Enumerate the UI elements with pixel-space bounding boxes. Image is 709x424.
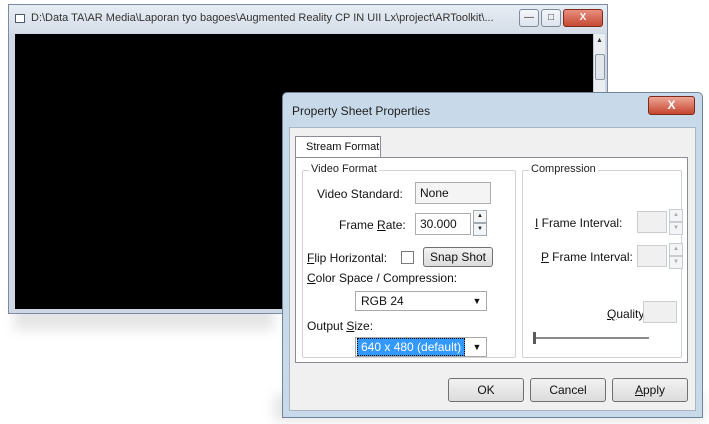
cancel-button[interactable]: Cancel [530,378,606,402]
console-app-icon [15,14,25,23]
p-frame-spinner: ▲ ▼ [669,243,683,269]
console-title: D:\Data TA\AR Media\Laporan tyo bagoes\A… [31,12,494,24]
video-standard-field: None [415,182,491,204]
color-space-label: Color Space / Compression: [307,271,458,285]
chevron-down-icon[interactable]: ▼ [470,339,484,355]
maximize-button[interactable]: □ [541,9,561,27]
spin-down-icon: ▼ [669,256,683,269]
spin-down-icon[interactable]: ▼ [473,223,487,236]
apply-button[interactable]: Apply [612,378,688,402]
video-format-legend: Video Format [309,163,379,175]
spin-up-icon: ▲ [669,209,683,222]
quality-field [643,301,677,323]
quality-label: Quality: [607,307,648,321]
flip-horizontal-label: Flip Horizontal: [307,251,388,265]
stream-format-page: Video Format Video Standard: None Frame … [295,157,688,363]
i-frame-interval-field [637,211,667,233]
dialog-body: Stream Format Video Format Video Standar… [289,127,696,411]
spin-up-icon: ▲ [669,243,683,256]
scrollbar-thumb[interactable] [595,54,605,80]
frame-rate-spinner[interactable]: ▲ ▼ [473,210,487,236]
output-size-select[interactable]: 640 x 480 (default) ▼ [355,337,487,357]
frame-rate-input[interactable]: 30.000 [415,213,471,235]
video-standard-label: Video Standard: [317,187,403,201]
output-size-label: Output Size: [307,319,374,333]
dialog-title: Property Sheet Properties [292,104,431,118]
property-sheet-dialog: Property Sheet Properties X Stream Forma… [282,92,703,418]
frame-rate-label: Frame Rate: [339,218,406,232]
p-frame-interval-field [637,245,667,267]
video-format-group: Video Format Video Standard: None Frame … [302,163,516,358]
compression-group: Compression I Frame Interval: ▲ ▼ P Fram… [522,163,683,358]
i-frame-spinner: ▲ ▼ [669,209,683,235]
scroll-up-arrow-icon[interactable]: ▲ [596,37,603,44]
i-frame-interval-label: I Frame Interval: [535,216,623,230]
console-close-button[interactable]: X [563,9,603,27]
spin-up-icon[interactable]: ▲ [473,210,487,223]
spin-down-icon: ▼ [669,222,683,235]
snap-shot-button[interactable]: Snap Shot [423,247,493,267]
compression-legend: Compression [529,163,598,175]
quality-slider-thumb [533,332,536,344]
color-space-select[interactable]: RGB 24 ▼ [355,291,487,311]
console-titlebar[interactable]: D:\Data TA\AR Media\Laporan tyo bagoes\A… [9,5,607,33]
tab-stream-format[interactable]: Stream Format [295,136,381,158]
flip-horizontal-checkbox[interactable] [401,251,414,264]
quality-slider-track [533,337,649,339]
minimize-button[interactable]: — [519,9,539,27]
dialog-close-button[interactable]: X [648,96,695,115]
chevron-down-icon[interactable]: ▼ [470,293,484,309]
p-frame-interval-label: P Frame Interval: [541,250,633,264]
ok-button[interactable]: OK [448,378,524,402]
